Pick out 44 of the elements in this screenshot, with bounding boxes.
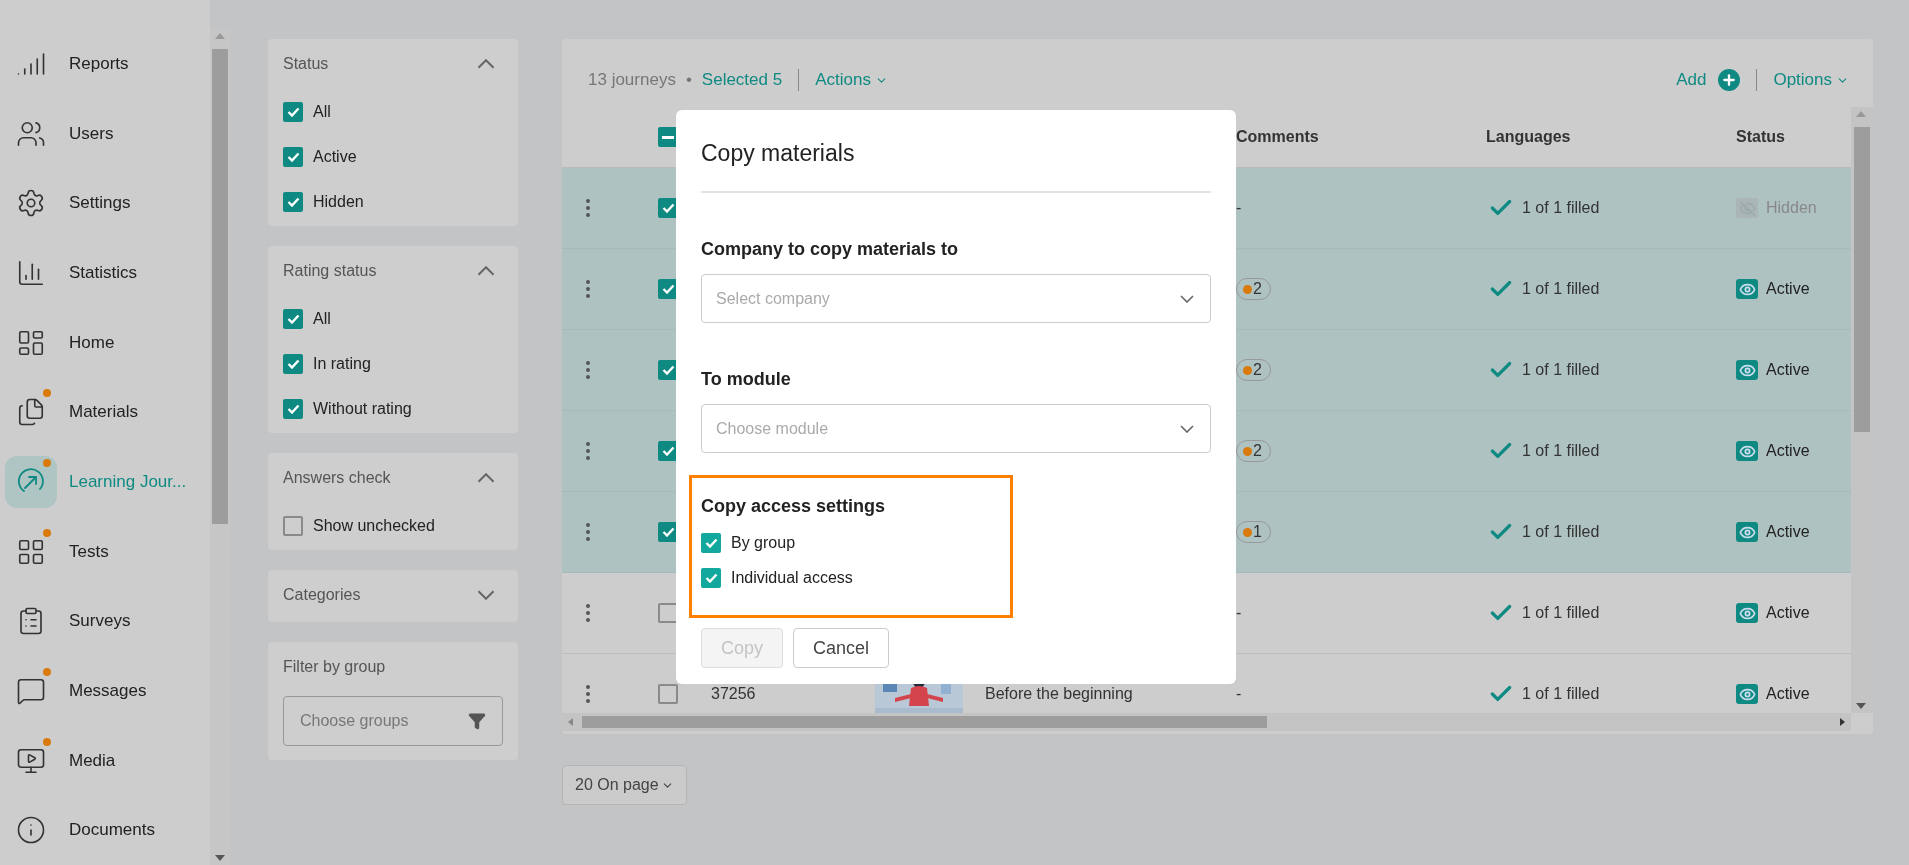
journey-title: Before the beginning bbox=[985, 685, 1133, 703]
option-label: Individual access bbox=[731, 568, 853, 587]
selected-count: Selected 5 bbox=[701, 70, 783, 90]
field-label: To module bbox=[701, 369, 792, 390]
comment-count: 2 bbox=[1253, 280, 1262, 298]
option-label: Hidden bbox=[313, 192, 364, 211]
status-label: Hidden bbox=[1766, 199, 1817, 217]
status-label: Active bbox=[1766, 523, 1810, 541]
table-cell: - bbox=[1236, 685, 1242, 703]
status-label: Active bbox=[1766, 604, 1810, 622]
option-label: All bbox=[313, 102, 331, 121]
section-title: Copy access settings bbox=[701, 496, 887, 517]
option-label: In rating bbox=[313, 354, 371, 373]
field-label: Company to copy materials to bbox=[701, 239, 960, 260]
table-cell: - bbox=[1236, 199, 1242, 217]
comment-count: 2 bbox=[1253, 442, 1262, 460]
filter-title: Status bbox=[283, 55, 329, 73]
option-label: Active bbox=[313, 147, 357, 166]
language-status: 1 of 1 filled bbox=[1522, 604, 1600, 622]
option-label: Without rating bbox=[313, 399, 412, 418]
language-status: 1 of 1 filled bbox=[1522, 199, 1600, 217]
language-status: 1 of 1 filled bbox=[1522, 442, 1600, 460]
option-label: All bbox=[313, 309, 331, 328]
filter-title: Filter by group bbox=[283, 658, 386, 676]
separator-dot: • bbox=[685, 70, 692, 90]
language-status: 1 of 1 filled bbox=[1522, 361, 1600, 379]
status-label: Active bbox=[1766, 442, 1810, 460]
comment-count: 1 bbox=[1253, 523, 1262, 541]
table-cell: 37256 bbox=[711, 685, 756, 703]
language-status: 1 of 1 filled bbox=[1522, 685, 1600, 703]
filter-title: Answers check bbox=[283, 469, 391, 487]
option-label: Show unchecked bbox=[313, 516, 435, 535]
status-label: Active bbox=[1766, 685, 1810, 703]
dialog-title: Copy materials bbox=[701, 140, 1211, 193]
status-label: Active bbox=[1766, 361, 1810, 379]
filter-title: Rating status bbox=[283, 262, 377, 280]
comment-count: 2 bbox=[1253, 361, 1262, 379]
table-cell: - bbox=[1236, 604, 1242, 622]
option-label: By group bbox=[731, 533, 796, 552]
language-status: 1 of 1 filled bbox=[1522, 523, 1600, 541]
status-label: Active bbox=[1766, 280, 1810, 298]
filter-title: Categories bbox=[283, 586, 361, 604]
journey-count: 13 journeys bbox=[588, 70, 676, 90]
language-status: 1 of 1 filled bbox=[1522, 280, 1600, 298]
